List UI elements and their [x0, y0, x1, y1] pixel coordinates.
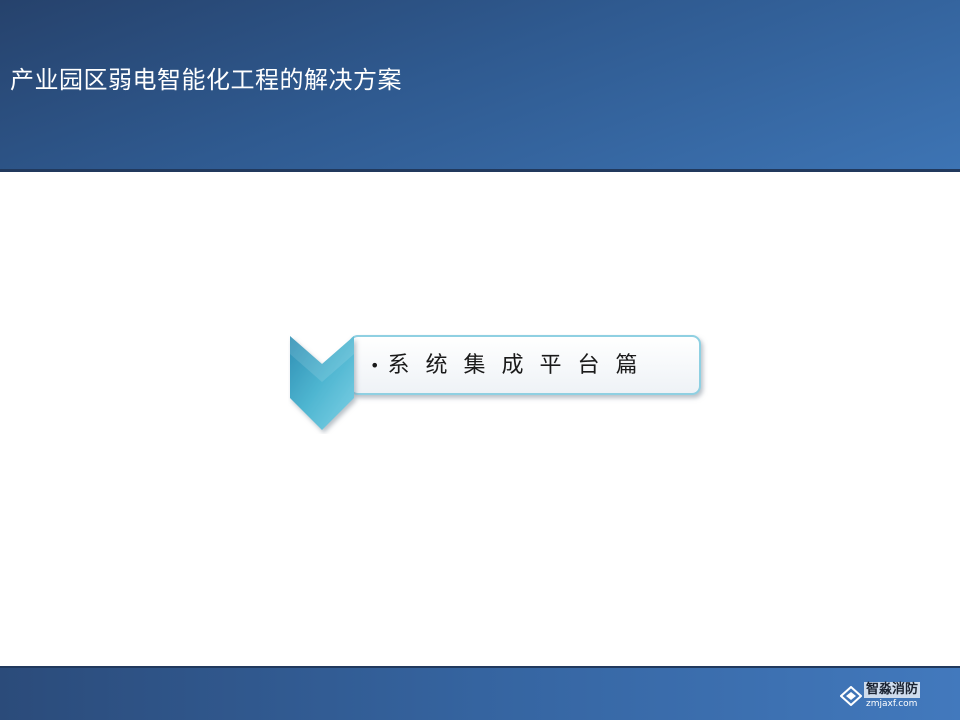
logo-icon — [840, 686, 862, 706]
footer-bar — [0, 666, 960, 720]
bullet-glyph: • — [370, 356, 380, 375]
watermark-url: zmjaxf.com — [866, 699, 918, 709]
section-label: 系统集成平台篇 — [387, 353, 654, 378]
section-callout: • 系统集成平台篇 — [288, 334, 708, 434]
slide-title: 产业园区弱电智能化工程的解决方案 — [10, 66, 402, 94]
callout-shape — [290, 335, 701, 430]
title-bar: 产业园区弱电智能化工程的解决方案 — [0, 0, 960, 172]
watermark-name: 智淼消防 — [864, 682, 921, 698]
watermark: 智淼消防 zmjaxf.com — [840, 682, 932, 712]
